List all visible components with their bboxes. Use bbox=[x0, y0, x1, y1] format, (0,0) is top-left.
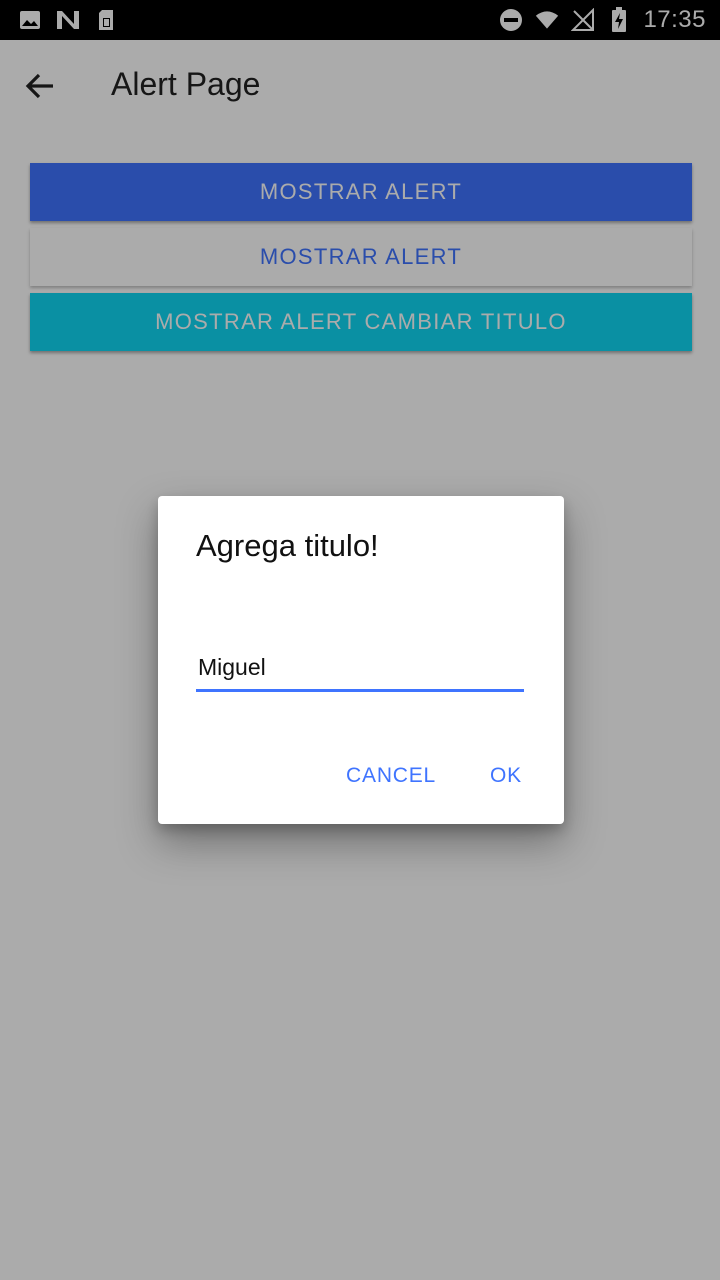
ok-button[interactable]: OK bbox=[472, 758, 540, 794]
alert-dialog: Agrega titulo! Miguel CANCEL OK bbox=[158, 496, 564, 824]
title-input[interactable]: Miguel bbox=[196, 636, 524, 692]
cancel-button[interactable]: CANCEL bbox=[328, 758, 454, 794]
dialog-actions: CANCEL OK bbox=[328, 758, 540, 794]
title-input-value: Miguel bbox=[198, 654, 266, 680]
dialog-title: Agrega titulo! bbox=[196, 528, 379, 563]
